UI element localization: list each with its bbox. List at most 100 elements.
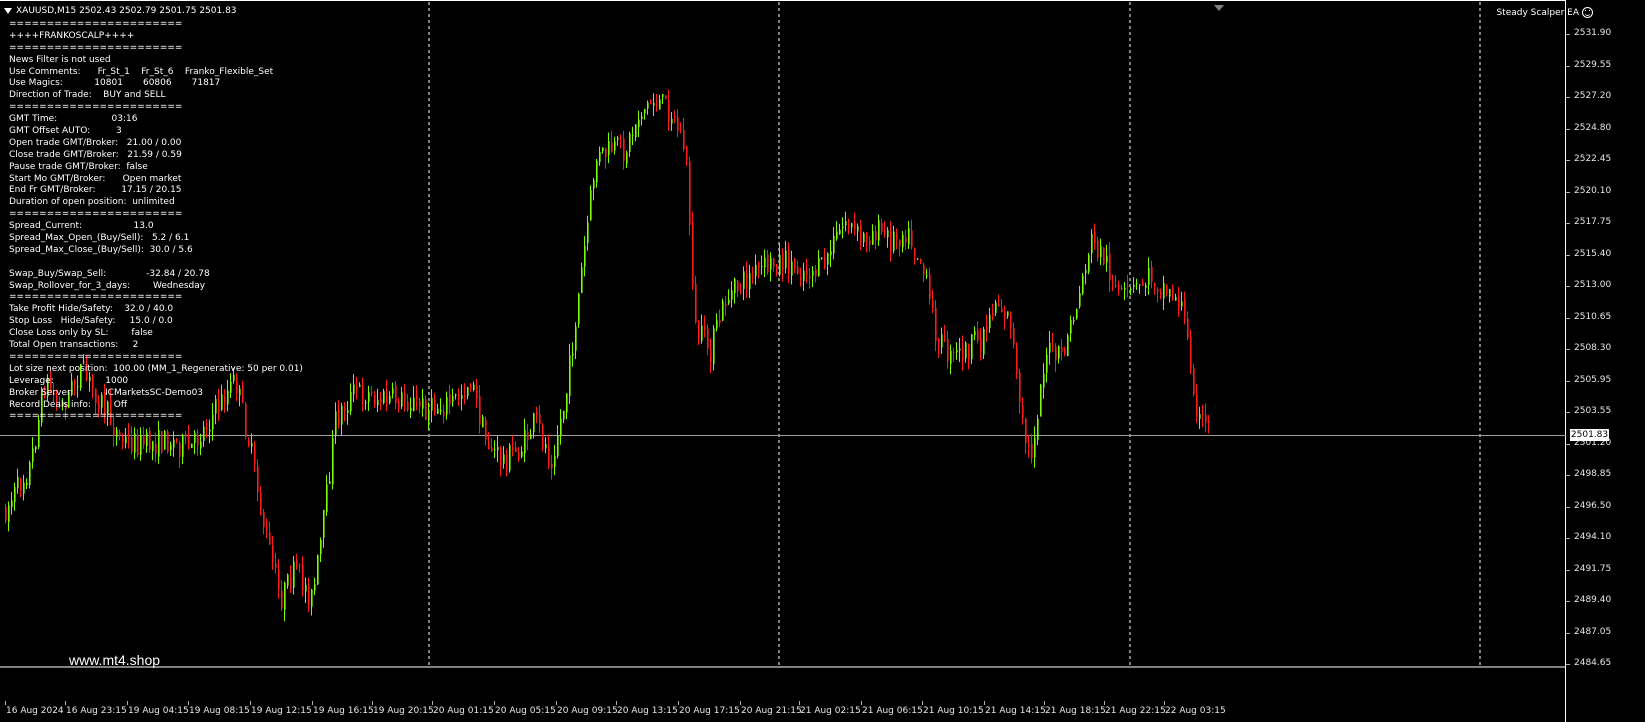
candle-body bbox=[740, 290, 742, 292]
candle-body bbox=[995, 302, 997, 313]
candle-body bbox=[1193, 368, 1195, 395]
candle-body bbox=[446, 396, 448, 415]
time-label: 19 Aug 08:15 bbox=[189, 706, 250, 716]
candle-body bbox=[572, 353, 574, 356]
candle-body bbox=[764, 257, 766, 268]
chart-menu-icon[interactable] bbox=[4, 8, 12, 14]
candle-body bbox=[548, 444, 550, 465]
candle-body bbox=[161, 431, 163, 453]
candle-body bbox=[737, 281, 739, 292]
candle-body bbox=[116, 429, 118, 437]
candle-body bbox=[899, 240, 901, 247]
candle-body bbox=[140, 435, 142, 455]
candle-body bbox=[1025, 418, 1027, 443]
price-label: 2508.30 bbox=[1574, 343, 1612, 353]
candle-body bbox=[1073, 319, 1075, 322]
candle-body bbox=[689, 161, 691, 226]
candle-body bbox=[1157, 289, 1159, 291]
candle-body bbox=[668, 100, 670, 121]
price-label: 2524.80 bbox=[1574, 122, 1612, 133]
candle-body bbox=[629, 133, 631, 152]
time-label: 19 Aug 04:15 bbox=[128, 706, 189, 716]
candle-body bbox=[557, 435, 559, 457]
time-label: 20 Aug 17:15 bbox=[679, 706, 740, 716]
candle-body bbox=[257, 466, 259, 493]
info-line: Swap_Rollover_for_3_days: Wednesday bbox=[9, 280, 206, 291]
candle-body bbox=[560, 418, 562, 436]
candle-body bbox=[464, 394, 466, 397]
candle-body bbox=[845, 221, 847, 226]
candle-body bbox=[320, 539, 322, 555]
candle-body bbox=[326, 484, 328, 513]
candle-body bbox=[1067, 335, 1069, 356]
candle-body bbox=[575, 326, 577, 351]
candle-body bbox=[578, 293, 580, 325]
candle-body bbox=[938, 338, 940, 349]
price-label: 2529.55 bbox=[1574, 59, 1612, 70]
price-axis[interactable]: 2531.90 2529.55 2527.20 2524.80 2522.45 2520.… bbox=[1566, 0, 1645, 722]
candle-body bbox=[872, 231, 874, 245]
candle-body bbox=[779, 254, 781, 275]
price-tick bbox=[1566, 97, 1570, 98]
candle-body bbox=[1109, 253, 1111, 281]
candle-body bbox=[128, 434, 130, 437]
price-tick bbox=[1566, 632, 1570, 634]
candle-body bbox=[119, 432, 121, 436]
candle-body bbox=[593, 180, 595, 189]
candle-body bbox=[470, 384, 472, 389]
time-label: 16 Aug 2024 bbox=[6, 706, 64, 716]
price-label: 2515.40 bbox=[1574, 248, 1612, 259]
candle-body bbox=[545, 444, 547, 449]
price-tick bbox=[1566, 191, 1570, 193]
candle-body bbox=[1196, 394, 1198, 418]
candle-body bbox=[875, 230, 877, 241]
candle-body bbox=[14, 487, 16, 503]
time-tick bbox=[984, 701, 985, 705]
candle-body bbox=[32, 448, 34, 463]
candle-body bbox=[590, 190, 592, 221]
ea-info-panel: ======================= ++++FRANKOSCALP++… bbox=[9, 19, 303, 423]
candle-body bbox=[695, 283, 697, 323]
candle-body bbox=[188, 436, 190, 449]
chart-shift-marker-icon[interactable] bbox=[1214, 5, 1224, 11]
candle-body bbox=[398, 401, 400, 409]
candle-body bbox=[311, 589, 313, 607]
candle-body bbox=[806, 269, 808, 275]
candle-body bbox=[977, 329, 979, 341]
candle-body bbox=[521, 451, 523, 457]
candle-body bbox=[680, 132, 682, 134]
candle-body bbox=[1175, 297, 1177, 301]
candle-body bbox=[527, 431, 529, 441]
info-line: ++++FRANKOSCALP++++ bbox=[9, 30, 135, 41]
candle-body bbox=[146, 432, 148, 447]
candle-body bbox=[1007, 311, 1009, 317]
candle-body bbox=[647, 102, 649, 109]
candle-body bbox=[860, 224, 862, 243]
candle-body bbox=[1154, 283, 1156, 287]
candle-body bbox=[851, 223, 853, 228]
candle-body bbox=[665, 95, 667, 99]
info-line: ======================= bbox=[9, 411, 183, 422]
time-label: 20 Aug 13:15 bbox=[617, 706, 678, 716]
candle-body bbox=[302, 565, 304, 591]
candle-body bbox=[923, 264, 925, 275]
candle-body bbox=[1148, 268, 1150, 286]
candle-body bbox=[1037, 418, 1039, 441]
price-label: 2496.50 bbox=[1574, 500, 1612, 511]
candle-body bbox=[383, 391, 385, 404]
candle-body bbox=[791, 261, 793, 276]
candle-body bbox=[248, 439, 250, 446]
time-label: 21 Aug 06:15 bbox=[862, 706, 923, 716]
candle-body bbox=[206, 427, 208, 431]
info-line: Spread_Max_Open_(Buy/Sell): 5.2 / 6.1 bbox=[9, 233, 190, 244]
candle-body bbox=[416, 395, 418, 400]
candle-body bbox=[1199, 414, 1201, 419]
chart-window[interactable]: XAUUSD,M15 2502.43 2502.79 2501.75 2501.… bbox=[0, 0, 1645, 722]
time-label: 20 Aug 01:15 bbox=[433, 706, 494, 716]
candle-body bbox=[35, 446, 37, 450]
time-tick bbox=[1164, 701, 1165, 705]
candle-body bbox=[1130, 289, 1132, 291]
candle-body bbox=[674, 116, 676, 118]
candle-body bbox=[1076, 309, 1078, 319]
price-tick bbox=[1566, 506, 1570, 508]
